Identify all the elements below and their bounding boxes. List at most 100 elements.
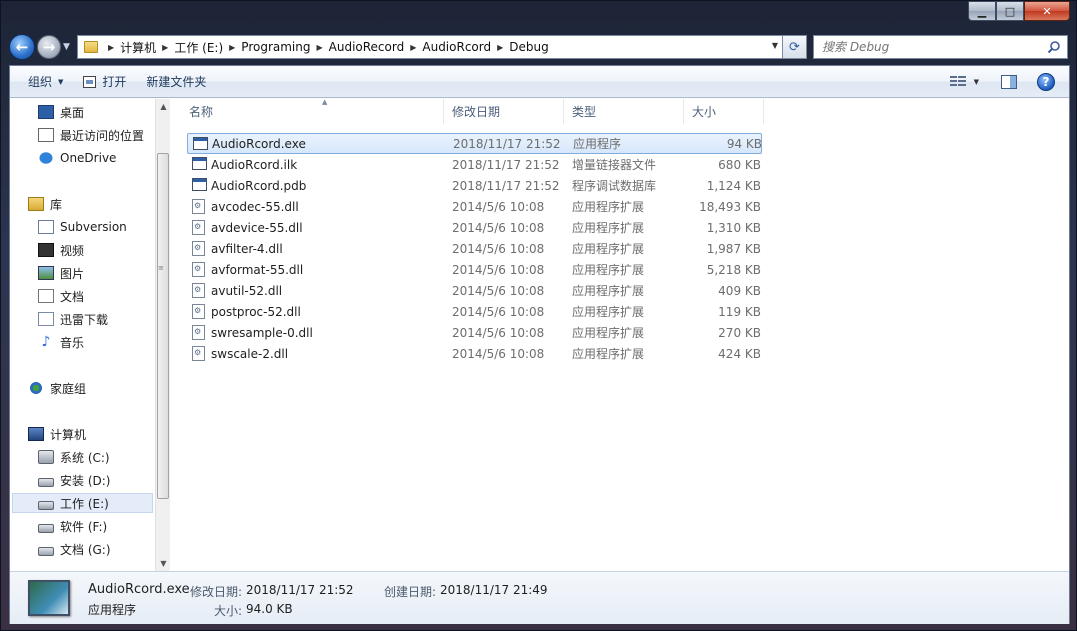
nav-item-homegroup[interactable]: 家庭组 xyxy=(28,378,86,398)
nav-item-music[interactable]: ♪ 音乐 xyxy=(38,332,84,352)
breadcrumb-debug[interactable]: Debug xyxy=(509,40,548,54)
change-view-icon[interactable] xyxy=(949,75,966,88)
file-row[interactable]: avfilter-4.dll 2014/5/6 10:08 应用程序扩展 1,9… xyxy=(187,238,762,259)
file-row[interactable]: avcodec-55.dll 2014/5/6 10:08 应用程序扩展 18,… xyxy=(187,196,762,217)
breadcrumb-separator-icon[interactable]: ▶ xyxy=(410,43,416,52)
file-name: postproc-52.dll xyxy=(211,304,301,319)
nav-item-drive-e[interactable]: 工作 (E:) xyxy=(12,493,153,513)
open-button[interactable]: 打开 xyxy=(73,70,136,94)
nav-item-drive-c[interactable]: 系统 (C:) xyxy=(38,447,110,467)
nav-item-computer[interactable]: 计算机 xyxy=(28,424,86,444)
file-name: swscale-2.dll xyxy=(211,346,289,361)
organize-button[interactable]: 组织 ▼ xyxy=(18,70,73,94)
file-row[interactable]: postproc-52.dll 2014/5/6 10:08 应用程序扩展 11… xyxy=(187,301,762,322)
search-icon[interactable] xyxy=(1047,40,1061,54)
nav-item-thunder-downloads[interactable]: 迅雷下载 xyxy=(38,309,108,329)
back-button[interactable]: ← xyxy=(9,34,35,60)
breadcrumb-separator-icon[interactable]: ▶ xyxy=(162,43,168,52)
new-folder-button[interactable]: 新建文件夹 xyxy=(136,70,216,94)
file-row[interactable]: swresample-0.dll 2014/5/6 10:08 应用程序扩展 2… xyxy=(187,322,762,343)
breadcrumb-programing[interactable]: Programing xyxy=(241,40,310,54)
nav-item-drive-d[interactable]: 安装 (D:) xyxy=(38,470,110,490)
file-date: 2018/11/17 21:52 xyxy=(452,157,560,172)
close-button[interactable]: ✕ xyxy=(1024,1,1070,21)
scroll-up-icon[interactable]: ▲ xyxy=(156,99,171,114)
file-name: AudioRcord.exe xyxy=(212,136,306,151)
column-header-size[interactable]: 大小 xyxy=(684,99,764,124)
exe-file-icon xyxy=(193,137,208,150)
nav-label: 迅雷下载 xyxy=(60,312,109,327)
refresh-button[interactable]: ⟳ xyxy=(783,35,807,59)
nav-scrollbar[interactable]: ▲ ≡ ▼ xyxy=(155,99,170,571)
file-size: 18,493 KB xyxy=(699,199,761,214)
breadcrumb-audiorecord[interactable]: AudioRecord xyxy=(329,40,405,54)
computer-icon xyxy=(28,427,44,441)
nav-item-recent-places[interactable]: 最近访问的位置 xyxy=(38,125,144,145)
nav-item-video[interactable]: 视频 xyxy=(38,240,84,260)
breadcrumb-separator-icon[interactable]: ▶ xyxy=(316,43,322,52)
nav-item-drive-f[interactable]: 软件 (F:) xyxy=(38,516,107,536)
nav-label: 安装 (D:) xyxy=(60,473,111,488)
breadcrumb-computer[interactable]: 计算机 xyxy=(120,39,156,56)
file-name: avformat-55.dll xyxy=(211,262,304,277)
minimize-button[interactable]: ▁ xyxy=(968,1,996,21)
breadcrumb-separator-icon[interactable]: ▶ xyxy=(497,43,503,52)
explorer-window: ▁ □ ✕ ← → ▼ ▶ 计算机 ▶ 工作 (E:) ▶ Programing… xyxy=(0,0,1077,631)
file-row[interactable]: AudioRcord.exe 2018/11/17 21:52 应用程序 94 … xyxy=(187,133,762,154)
file-row[interactable]: AudioRcord.pdb 2018/11/17 21:52 程序调试数据库 … xyxy=(187,175,762,196)
folder-icon xyxy=(84,41,98,53)
breadcrumb-drive-e[interactable]: 工作 (E:) xyxy=(174,39,223,56)
search-input[interactable] xyxy=(822,40,1022,54)
scroll-down-icon[interactable]: ▼ xyxy=(156,556,171,571)
dll-file-icon xyxy=(192,346,205,361)
help-icon[interactable]: ? xyxy=(1037,72,1055,91)
document-icon xyxy=(38,289,54,303)
file-row[interactable]: avutil-52.dll 2014/5/6 10:08 应用程序扩展 409 … xyxy=(187,280,762,301)
nav-item-pictures[interactable]: 图片 xyxy=(38,263,84,283)
preview-pane-icon[interactable] xyxy=(1001,74,1017,89)
recent-pages-dropdown[interactable]: ▼ xyxy=(63,42,73,52)
file-row[interactable]: swscale-2.dll 2014/5/6 10:08 应用程序扩展 424 … xyxy=(187,343,762,364)
nav-label: 工作 (E:) xyxy=(60,496,109,511)
breadcrumb-separator-icon[interactable]: ▶ xyxy=(229,43,235,52)
file-size: 680 KB xyxy=(718,157,761,172)
open-label: 打开 xyxy=(102,75,127,89)
breadcrumb-separator-icon[interactable]: ▶ xyxy=(108,43,114,52)
column-label: 类型 xyxy=(572,105,597,119)
scroll-grip-icon: ≡ xyxy=(158,264,164,272)
organize-label: 组织 xyxy=(28,75,53,89)
address-dropdown-icon[interactable]: ▼ xyxy=(772,41,778,50)
nav-item-libraries[interactable]: 库 xyxy=(28,194,62,214)
nav-item-drive-g[interactable]: 文档 (G:) xyxy=(38,539,111,559)
column-header-type[interactable]: 类型 xyxy=(564,99,684,124)
nav-label: 软件 (F:) xyxy=(60,519,108,534)
nav-item-subversion[interactable]: Subversion xyxy=(38,217,127,237)
file-list: ▲ 名称 修改日期 类型 大小 AudioRcord.exe 2018/11/1… xyxy=(171,98,1069,571)
file-row[interactable]: avdevice-55.dll 2014/5/6 10:08 应用程序扩展 1,… xyxy=(187,217,762,238)
maximize-button[interactable]: □ xyxy=(996,1,1024,21)
nav-item-onedrive[interactable]: OneDrive xyxy=(38,148,116,168)
file-row[interactable]: avformat-55.dll 2014/5/6 10:08 应用程序扩展 5,… xyxy=(187,259,762,280)
nav-label: Subversion xyxy=(60,220,127,234)
nav-label: 文档 xyxy=(60,289,85,304)
search-box[interactable] xyxy=(813,35,1068,59)
drive-icon xyxy=(38,546,54,556)
scroll-thumb[interactable] xyxy=(157,153,169,499)
column-header-date[interactable]: 修改日期 xyxy=(444,99,564,124)
file-row[interactable]: AudioRcord.ilk 2018/11/17 21:52 增量链接器文件 … xyxy=(187,154,762,175)
details-size-label: 大小: xyxy=(214,604,243,618)
forward-button[interactable]: → xyxy=(37,35,61,59)
nav-item-documents[interactable]: 文档 xyxy=(38,286,84,306)
view-options-dropdown[interactable]: ▼ xyxy=(974,78,979,86)
dll-file-icon xyxy=(192,220,205,235)
file-name: avdevice-55.dll xyxy=(211,220,303,235)
file-type: 应用程序扩展 xyxy=(572,200,645,214)
nav-item-desktop[interactable]: 桌面 xyxy=(38,102,84,122)
column-header-name[interactable]: ▲ 名称 xyxy=(181,98,444,124)
address-bar[interactable]: ▶ 计算机 ▶ 工作 (E:) ▶ Programing ▶ AudioReco… xyxy=(77,35,783,59)
caption-buttons: ▁ □ ✕ xyxy=(968,1,1070,21)
file-date: 2014/5/6 10:08 xyxy=(452,304,545,319)
breadcrumb-audiorcord[interactable]: AudioRcord xyxy=(422,40,491,54)
dll-file-icon xyxy=(192,283,205,298)
file-name: avutil-52.dll xyxy=(211,283,283,298)
